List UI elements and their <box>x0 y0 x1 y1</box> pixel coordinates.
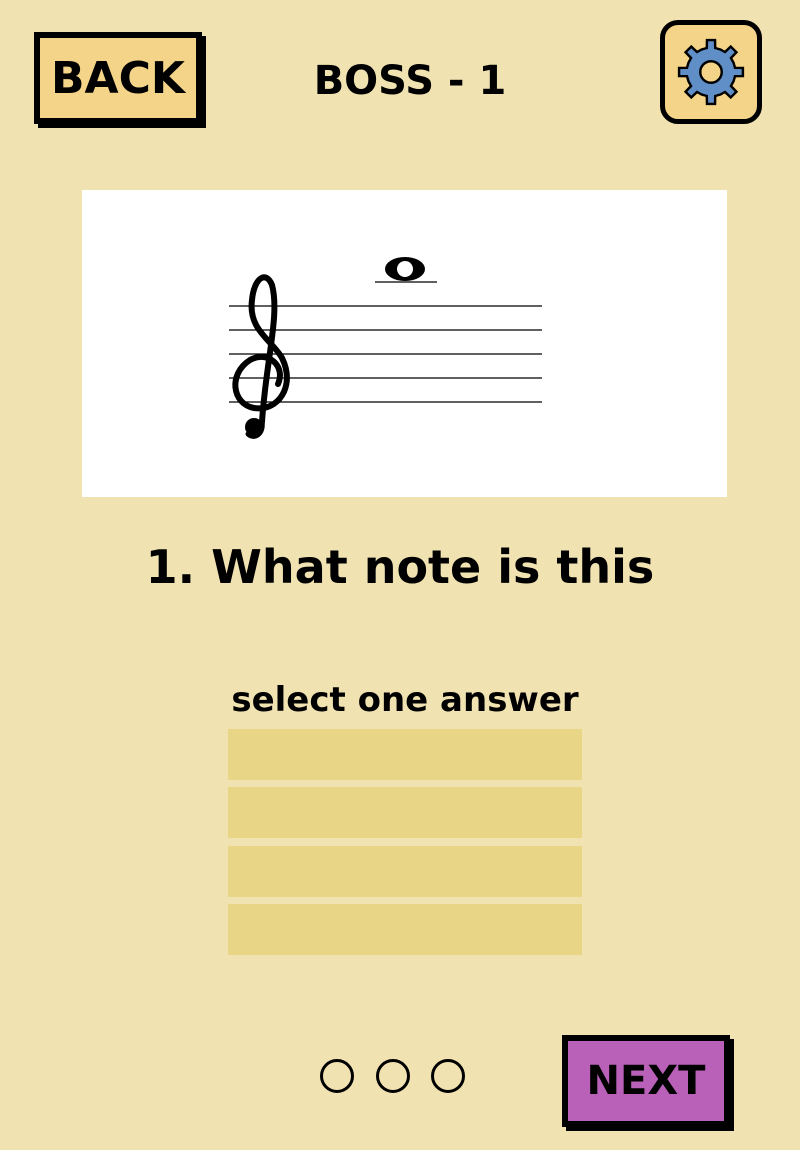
answer-option-4[interactable] <box>228 904 582 955</box>
select-instruction: select one answer <box>231 680 579 720</box>
question-text: 1. What note is this <box>145 540 655 594</box>
progress-dot-1 <box>320 1059 354 1093</box>
answer-option-1[interactable] <box>228 729 582 780</box>
answer-option-3[interactable] <box>228 846 582 897</box>
clef-tail-dot <box>245 418 263 436</box>
back-button[interactable]: BACK <box>34 32 202 124</box>
gear-icon <box>677 38 745 106</box>
level-title: BOSS - 1 <box>313 58 507 104</box>
treble-clef-icon <box>232 274 290 439</box>
next-button[interactable]: NEXT <box>562 1035 730 1127</box>
staff-panel <box>82 190 727 497</box>
progress-dot-2 <box>376 1059 410 1093</box>
answer-option-2[interactable] <box>228 787 582 838</box>
whole-note-icon <box>385 257 425 281</box>
settings-button[interactable] <box>660 20 762 124</box>
music-staff <box>229 257 542 439</box>
progress-dot-3 <box>431 1059 465 1093</box>
next-button-label: NEXT <box>586 1058 706 1104</box>
back-button-label: BACK <box>51 52 185 104</box>
